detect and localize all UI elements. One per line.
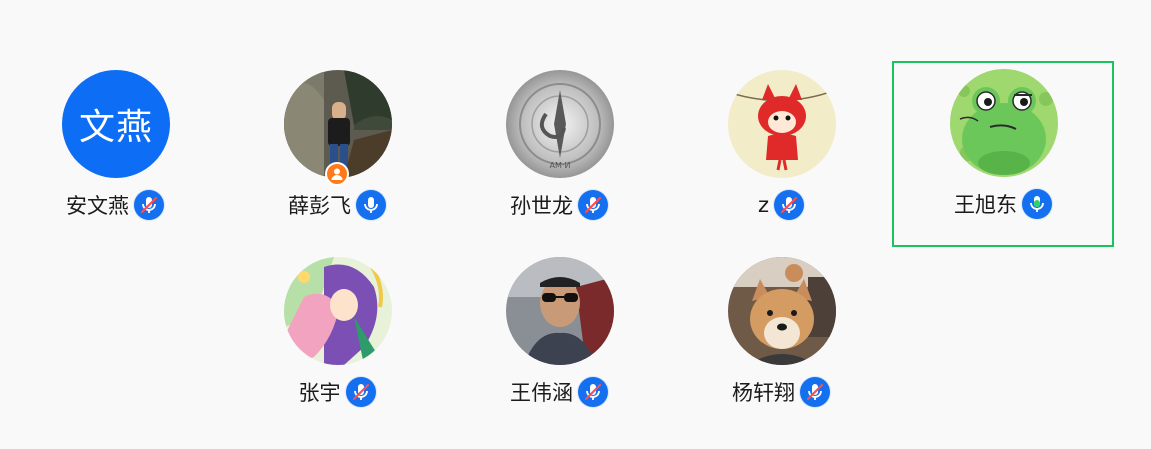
avatar: [950, 69, 1058, 177]
participant-tile-1[interactable]: 文燕 安文燕: [4, 62, 226, 248]
avatar: [728, 70, 836, 178]
avatar: [728, 257, 836, 365]
mic-on-icon[interactable]: [356, 190, 386, 220]
participant-name: 杨轩翔: [732, 381, 795, 405]
participant-name: 王伟涵: [510, 381, 573, 405]
participant-name: 王旭东: [954, 193, 1017, 217]
participant-tile-5-active-speaker[interactable]: 王旭东: [892, 61, 1114, 247]
participant-tile-8[interactable]: 杨轩翔: [670, 249, 892, 435]
participant-tile-6[interactable]: 张宇: [226, 249, 448, 435]
mic-muted-icon[interactable]: [578, 377, 608, 407]
mic-muted-icon[interactable]: [774, 190, 805, 220]
mic-muted-icon[interactable]: [345, 377, 376, 407]
participant-name: 孙世龙: [510, 194, 573, 218]
participant-name: z: [757, 193, 770, 217]
host-icon: [325, 162, 349, 186]
participant-grid: 文燕 安文燕 薛彭飞 AM·И 孙世龙 z 王旭东 张宇 王伟涵 杨轩翔: [0, 0, 1151, 449]
participant-tile-3[interactable]: AM·И 孙世龙: [448, 62, 670, 248]
participant-tile-2[interactable]: 薛彭飞: [226, 62, 448, 248]
svg-text:AM·И: AM·И: [550, 161, 571, 170]
mic-muted-icon[interactable]: [800, 377, 830, 407]
participant-tile-4[interactable]: z: [670, 62, 892, 248]
mic-speaking-icon[interactable]: [1022, 189, 1052, 219]
avatar-initials: 文燕: [78, 107, 153, 148]
avatar: AM·И: [506, 70, 614, 178]
avatar: 文燕: [62, 70, 170, 178]
mic-muted-icon[interactable]: [578, 190, 608, 220]
participant-name: 张宇: [298, 381, 341, 405]
avatar: [284, 257, 392, 365]
participant-name: 安文燕: [66, 194, 129, 218]
mic-muted-icon[interactable]: [134, 190, 164, 220]
avatar: [506, 257, 614, 365]
participant-name: 薛彭飞: [288, 194, 351, 218]
participant-tile-7[interactable]: 王伟涵: [448, 249, 670, 435]
